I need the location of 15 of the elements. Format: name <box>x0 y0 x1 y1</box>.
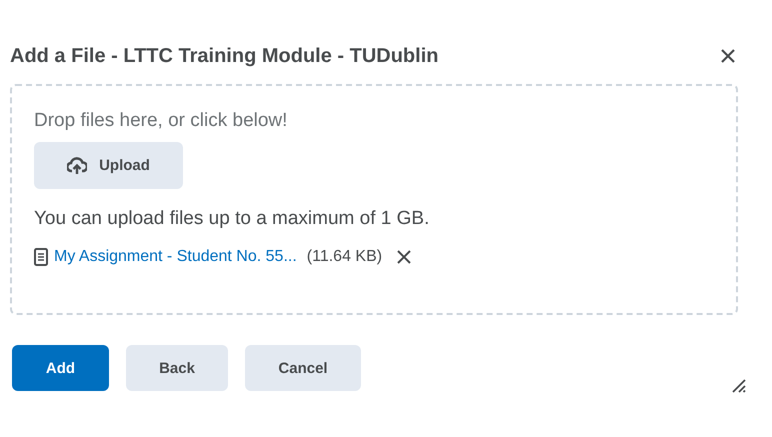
close-icon[interactable] <box>720 48 736 64</box>
cloud-upload-icon <box>67 156 88 174</box>
file-size: (11.64 KB) <box>306 248 382 266</box>
add-button[interactable]: Add <box>12 345 109 391</box>
remove-icon[interactable] <box>396 249 412 265</box>
dialog-button[interactable]: Back <box>126 345 228 391</box>
upload-button[interactable]: Upload <box>34 142 183 189</box>
drop-prompt: Drop files here, or click below! <box>34 110 288 132</box>
dialog-button[interactable]: Cancel <box>245 345 361 391</box>
file-link[interactable]: My Assignment - Student No. 55... <box>54 248 297 266</box>
document-icon <box>34 248 48 266</box>
size-limit-note: You can upload files up to a maximum of 1 GB. <box>34 208 430 230</box>
drop-zone[interactable]: Drop files here, or click below! Upload You can upload files up to a maximum of 1 GB. My Assignment - Student No. 55... (11.64 KB) <box>10 84 738 315</box>
dialog-title: Add a File - LTTC Training Module - TUDublin <box>10 44 438 68</box>
resize-grip-icon[interactable] <box>732 379 746 393</box>
